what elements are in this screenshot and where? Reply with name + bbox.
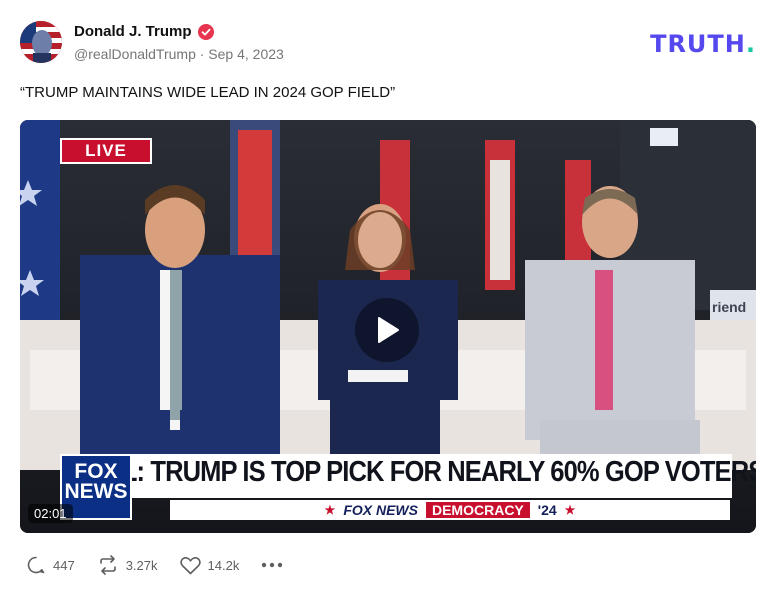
star-icon: ★ bbox=[564, 503, 576, 517]
author-name[interactable]: Donald J. Trump bbox=[74, 23, 192, 40]
truth-logo-text: TRUTH bbox=[650, 30, 746, 58]
more-icon bbox=[262, 562, 283, 568]
reply-button[interactable]: 447 bbox=[26, 555, 75, 575]
play-button[interactable] bbox=[355, 298, 419, 362]
chyron-segment: DEMOCRACY bbox=[425, 502, 530, 518]
more-options-button[interactable] bbox=[261, 562, 283, 568]
reply-icon bbox=[27, 556, 45, 574]
post-text: “TRUMP MAINTAINS WIDE LEAD IN 2024 GOP F… bbox=[20, 84, 396, 101]
video-duration: 02:01 bbox=[28, 504, 73, 523]
chyron-network: FOX NEWS bbox=[343, 502, 418, 518]
retruth-button[interactable]: 3.27k bbox=[97, 555, 158, 575]
heart-icon bbox=[179, 556, 201, 574]
post-actions: 447 3.27k 14.2k bbox=[26, 555, 283, 575]
author-handle-date[interactable]: @realDonaldTrump · Sep 4, 2023 bbox=[74, 46, 284, 62]
truth-logo[interactable]: TRUTH. bbox=[650, 30, 756, 58]
chyron-subbar: ★ FOX NEWS DEMOCRACY '24 ★ bbox=[170, 500, 730, 520]
star-icon: ★ bbox=[324, 503, 336, 517]
author-name-row[interactable]: Donald J. Trump bbox=[74, 23, 214, 40]
like-button[interactable]: 14.2k bbox=[179, 556, 240, 575]
truth-logo-dot: . bbox=[745, 30, 756, 58]
retruth-icon bbox=[99, 555, 116, 575]
live-badge: LIVE bbox=[60, 138, 152, 164]
chyron-headline: POLL: TRUMP IS TOP PICK FOR NEARLY 60% G… bbox=[72, 456, 756, 488]
play-icon bbox=[378, 317, 399, 343]
author-avatar[interactable] bbox=[20, 21, 62, 63]
verified-badge-icon bbox=[197, 23, 214, 40]
retruth-count: 3.27k bbox=[125, 557, 158, 573]
reply-count: 447 bbox=[53, 557, 75, 573]
like-count: 14.2k bbox=[207, 557, 240, 573]
video-player[interactable]: riend LIVE POLL: TRUMP IS TOP PICK FOR N… bbox=[20, 120, 756, 533]
chyron-year: '24 bbox=[537, 502, 557, 518]
svg-text:riend: riend bbox=[712, 299, 746, 315]
